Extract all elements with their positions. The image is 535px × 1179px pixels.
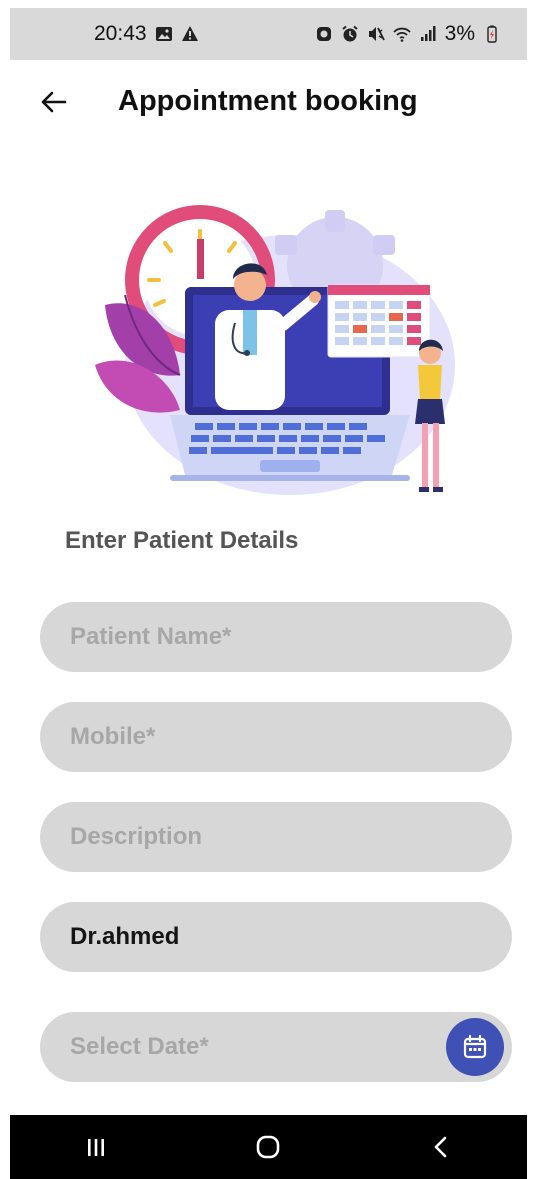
hero-illustration: [85, 205, 465, 505]
recent-apps-icon: [88, 1139, 105, 1156]
status-time: 20:43: [94, 22, 147, 45]
status-bar: 20:43 3%: [10, 8, 527, 60]
date-input[interactable]: Select Date*: [40, 1012, 512, 1082]
calendar-button[interactable]: [446, 1018, 504, 1076]
back-icon: [434, 1136, 447, 1158]
status-left: 20:43: [94, 22, 199, 46]
home-button[interactable]: [238, 1122, 298, 1172]
page-title: Appointment booking: [118, 85, 418, 117]
mobile-input[interactable]: Mobile*: [40, 702, 512, 772]
patient-name-input[interactable]: Patient Name*: [40, 602, 512, 672]
system-nav-bar: [10, 1115, 527, 1179]
battery-charging-icon: [483, 25, 501, 43]
doctor-value: Dr.ahmed: [70, 923, 180, 950]
back-button[interactable]: [34, 82, 74, 122]
status-right: 3%: [315, 22, 501, 46]
description-input[interactable]: Description: [40, 802, 512, 872]
patient-name-placeholder: Patient Name*: [70, 623, 232, 650]
calendar-icon: [463, 1034, 487, 1059]
arrow-left-icon: [41, 91, 67, 113]
date-placeholder: Select Date*: [70, 1033, 209, 1060]
image-icon: [155, 25, 173, 43]
home-icon: [257, 1135, 280, 1159]
recent-apps-button[interactable]: [66, 1122, 126, 1172]
section-heading: Enter Patient Details: [65, 527, 299, 554]
alarm-icon: [341, 25, 359, 43]
mobile-placeholder: Mobile*: [70, 723, 156, 750]
description-placeholder: Description: [70, 823, 203, 850]
wifi-icon: [392, 25, 411, 43]
warning-icon: [181, 25, 199, 43]
app-header: Appointment booking: [0, 72, 535, 134]
doctor-video-consultation-illustration: [95, 205, 455, 495]
recorder-icon: [315, 25, 333, 43]
battery-percent: 3%: [444, 22, 475, 45]
doctor-select[interactable]: Dr.ahmed: [40, 902, 512, 972]
mute-icon: [367, 25, 385, 43]
signal-icon: [419, 25, 437, 43]
system-back-button[interactable]: [411, 1122, 471, 1172]
